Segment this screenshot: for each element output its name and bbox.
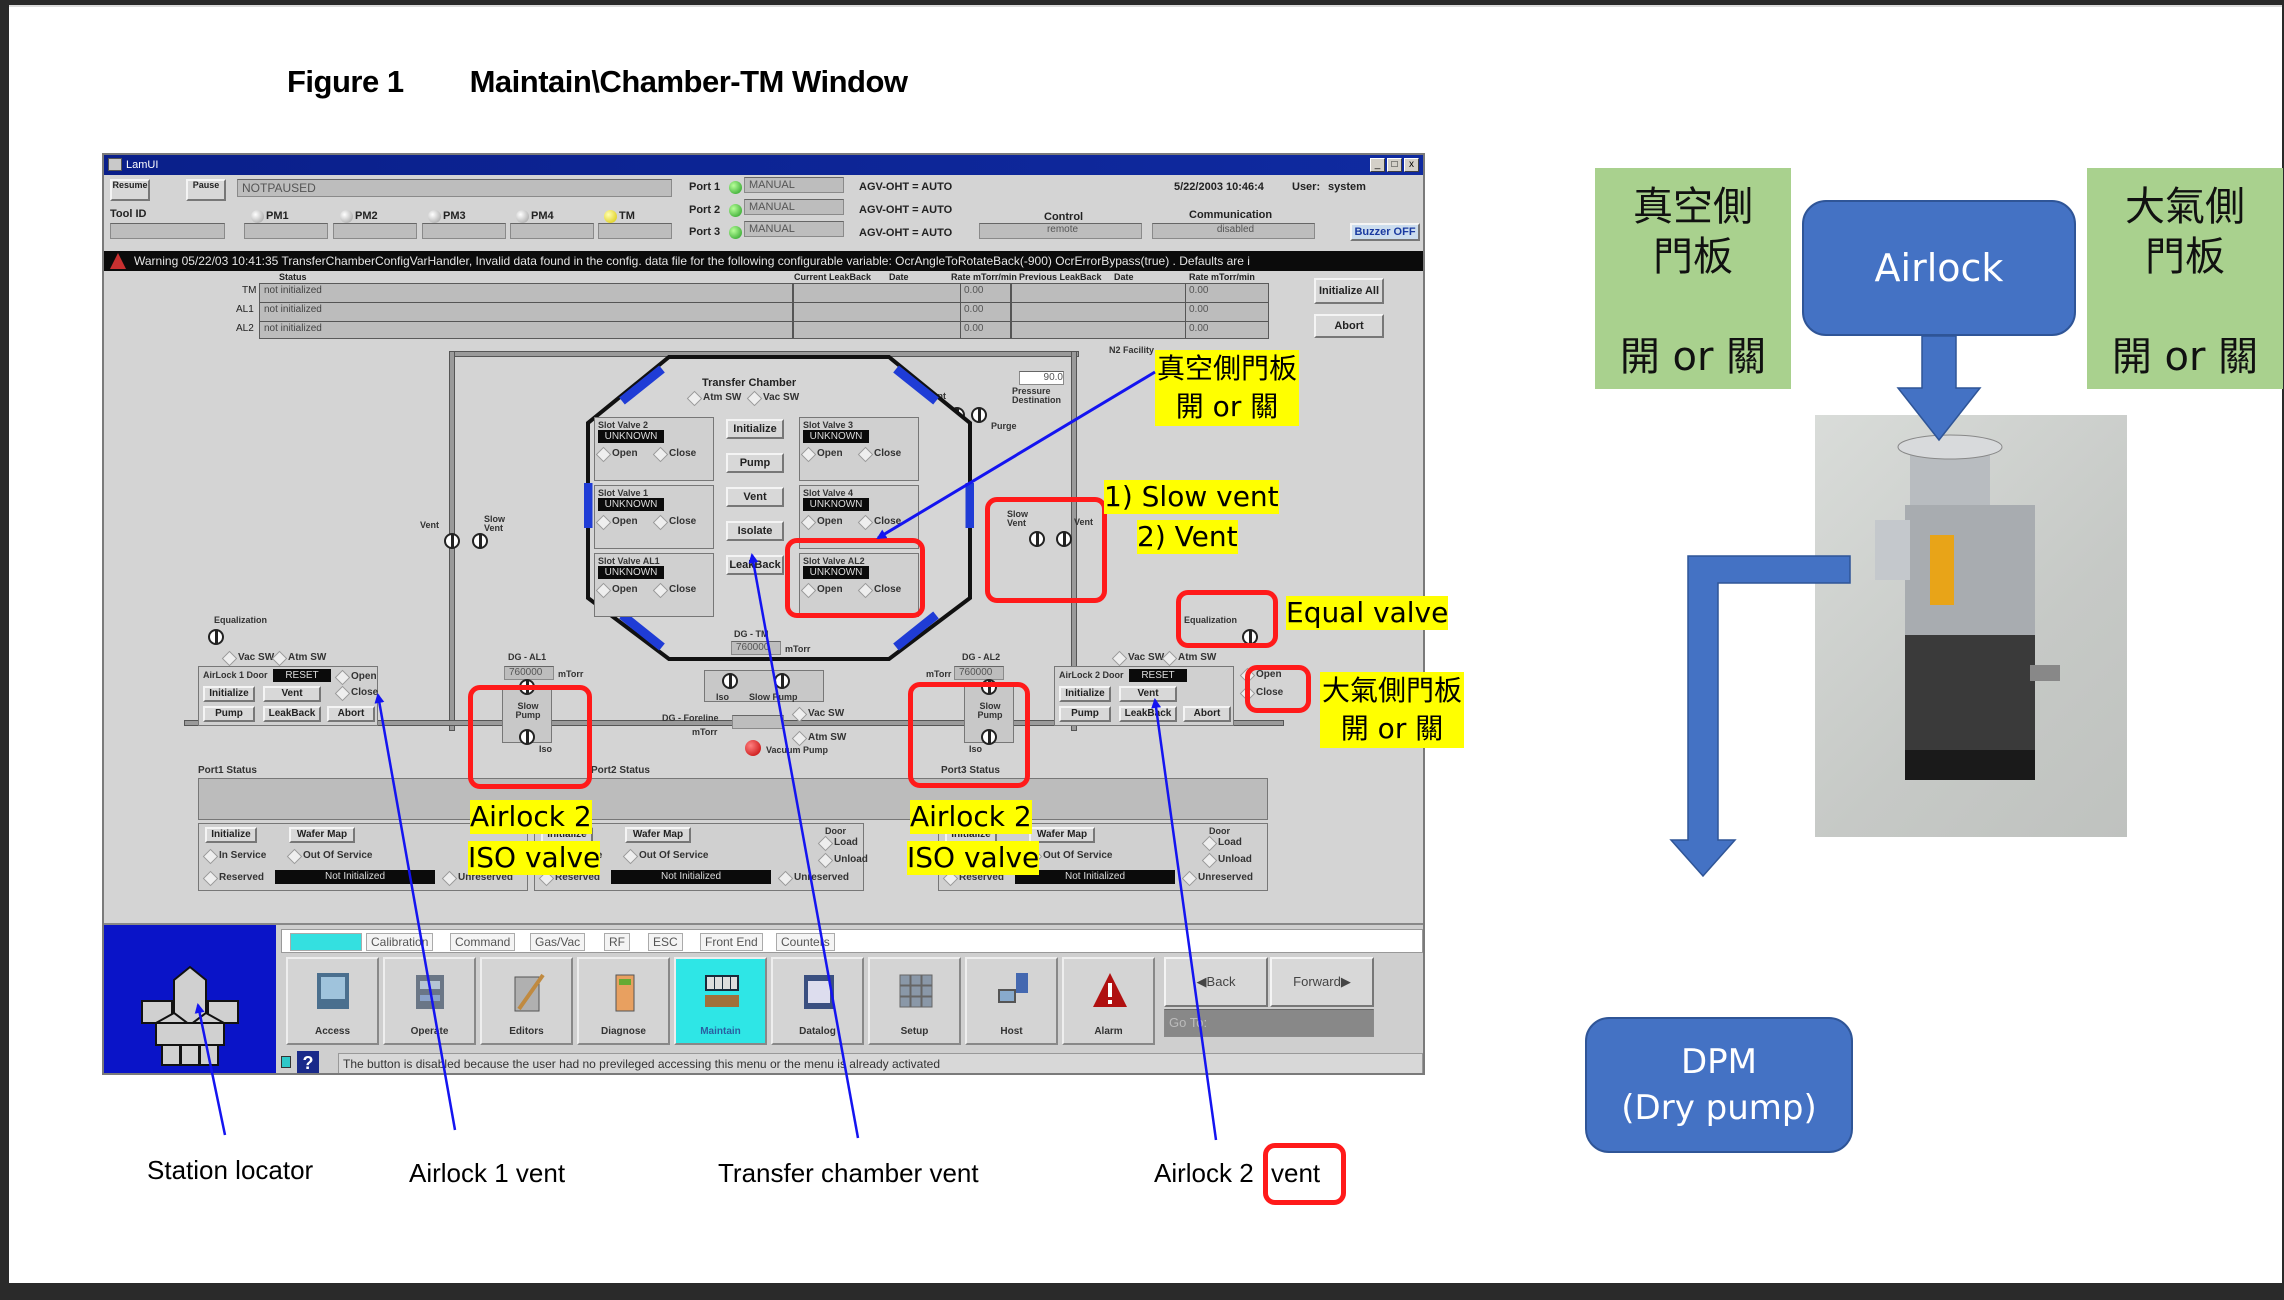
arrow-valve-to-dpm — [1669, 555, 1851, 878]
dpm-sublabel: (Dry pump) — [1621, 1088, 1817, 1128]
dpm-label: DPM — [1680, 1042, 1758, 1082]
diagram-arrows — [1669, 335, 1982, 878]
dpm-box: DPM (Dry pump) — [1585, 1017, 1853, 1153]
arrow-airlock-to-valve — [1896, 335, 1982, 442]
